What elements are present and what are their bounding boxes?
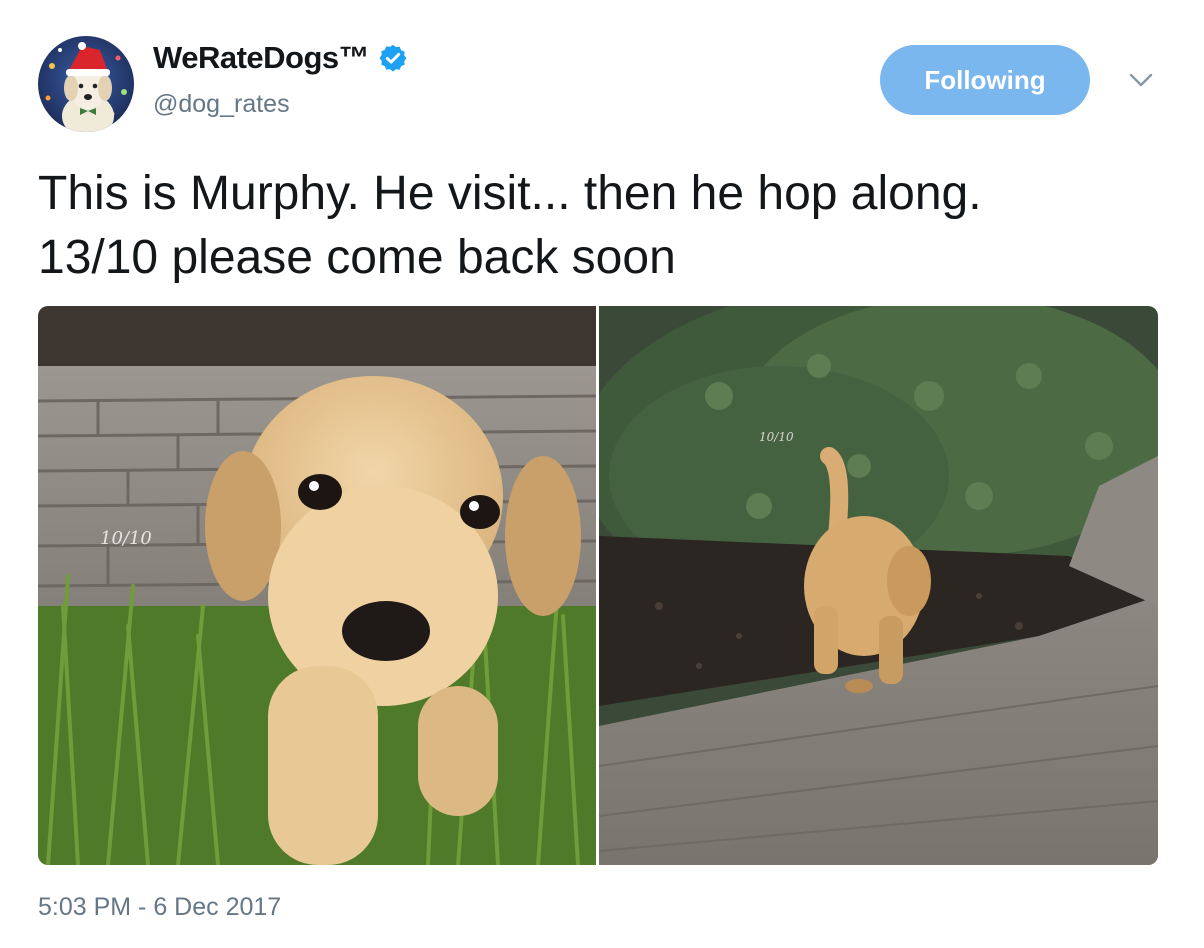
following-button[interactable]: Following: [880, 45, 1090, 115]
tweet-text-line-2: 13/10 please come back soon: [38, 231, 676, 284]
watermark-text: 10/10: [759, 430, 794, 444]
tweet-text-line-1: This is Murphy. He visit... then he hop …: [38, 167, 982, 220]
photo-puppy-walking-away[interactable]: 10/10: [599, 306, 1158, 865]
profile-avatar[interactable]: [38, 36, 134, 132]
account-handle[interactable]: @dog_rates: [153, 90, 290, 119]
media-grid: 10/10 10/10: [38, 306, 1158, 865]
account-name-row[interactable]: WeRateDogs™: [153, 40, 408, 76]
photo-puppy-on-grass[interactable]: 10/10: [38, 306, 596, 865]
verified-badge-icon: [379, 44, 407, 72]
tweet-card: WeRateDogs™ @dog_rates Following This is…: [0, 0, 1204, 948]
tweet-timestamp[interactable]: 5:03 PM - 6 Dec 2017: [38, 893, 281, 922]
watermark-text: 10/10: [100, 528, 152, 549]
avatar-dog-santa-hat-image: [38, 36, 134, 132]
puppy-walking-image: 10/10: [599, 306, 1158, 865]
puppy-face-image: 10/10: [38, 306, 596, 865]
display-name[interactable]: WeRateDogs™: [153, 40, 370, 76]
chevron-down-icon[interactable]: [1126, 68, 1156, 92]
tweet-text: This is Murphy. He visit... then he hop …: [38, 162, 1168, 290]
